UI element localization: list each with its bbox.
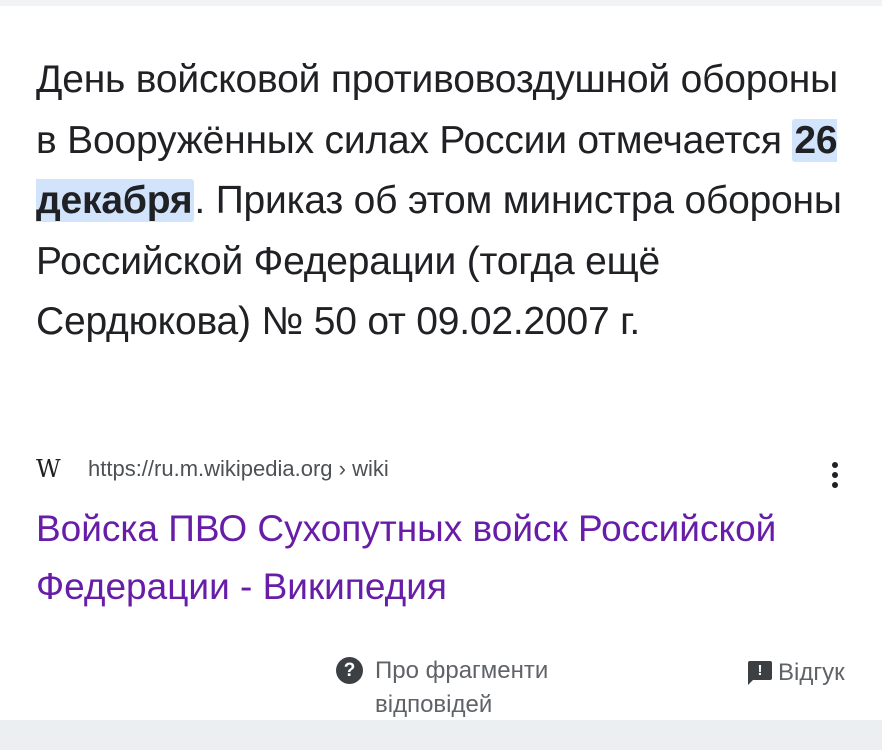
source-url[interactable]: https://ru.m.wikipedia.org › wiki <box>88 454 389 484</box>
about-snippets-label: Про фрагменти відповідей <box>375 657 549 718</box>
feedback-flag-icon: ! <box>748 661 774 685</box>
more-vert-icon-dot <box>832 482 838 488</box>
feedback-label: Відгук <box>778 659 845 686</box>
snippet-text-before: День войсковой противовоздушной обороны … <box>36 58 838 162</box>
featured-snippet-card: День войсковой противовоздушной обороны … <box>0 6 882 720</box>
feedback-flag-mark: ! <box>757 662 763 679</box>
more-vert-icon <box>832 462 838 468</box>
bottom-divider <box>0 720 882 750</box>
more-options-button[interactable] <box>823 456 847 496</box>
about-snippets-button[interactable]: ? Про фрагменти відповідей <box>336 654 596 722</box>
wikipedia-icon: W <box>36 455 61 483</box>
result-title-link[interactable]: Войска ПВО Сухопутных войск Российской Ф… <box>36 500 836 616</box>
feedback-button[interactable]: ! Відгук <box>748 656 845 690</box>
help-circle-icon: ? <box>336 657 363 684</box>
source-row[interactable]: W https://ru.m.wikipedia.org › wiki <box>36 454 389 484</box>
more-vert-icon-dot <box>832 472 838 478</box>
snippet-text: День войсковой противовоздушной обороны … <box>36 50 856 353</box>
